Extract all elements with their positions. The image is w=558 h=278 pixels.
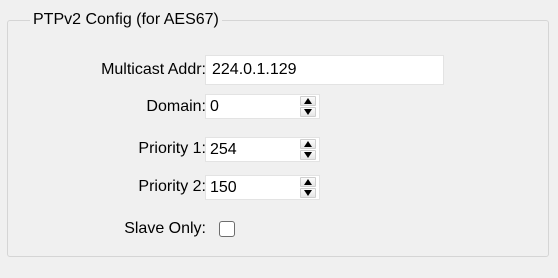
priority1-value[interactable]: 254	[210, 138, 237, 161]
up-arrow-icon	[304, 141, 312, 147]
priority2-decrement-button[interactable]	[300, 188, 316, 198]
down-arrow-icon	[304, 109, 312, 115]
multicast-addr-label: Multicast Addr:	[101, 61, 206, 78]
domain-label: Domain:	[146, 98, 206, 115]
slave-only-checkbox[interactable]	[219, 221, 235, 237]
priority1-label: Priority 1:	[138, 140, 206, 157]
down-arrow-icon	[304, 152, 312, 158]
group-title: PTPv2 Config (for AES67)	[30, 10, 222, 30]
up-arrow-icon	[304, 179, 312, 185]
domain-value[interactable]: 0	[210, 95, 219, 118]
slave-only-label: Slave Only:	[124, 220, 206, 237]
priority2-spinbox[interactable]: 150	[205, 175, 320, 200]
down-arrow-icon	[304, 190, 312, 196]
priority2-label: Priority 2:	[138, 178, 206, 195]
domain-decrement-button[interactable]	[300, 107, 316, 117]
priority1-increment-button[interactable]	[300, 139, 316, 149]
domain-spinbox[interactable]: 0	[205, 94, 320, 119]
priority1-spinbox[interactable]: 254	[205, 137, 320, 162]
domain-increment-button[interactable]	[300, 96, 316, 106]
up-arrow-icon	[304, 98, 312, 104]
multicast-addr-input[interactable]	[205, 55, 444, 85]
priority1-decrement-button[interactable]	[300, 150, 316, 160]
priority2-increment-button[interactable]	[300, 177, 316, 187]
priority2-value[interactable]: 150	[210, 176, 237, 199]
